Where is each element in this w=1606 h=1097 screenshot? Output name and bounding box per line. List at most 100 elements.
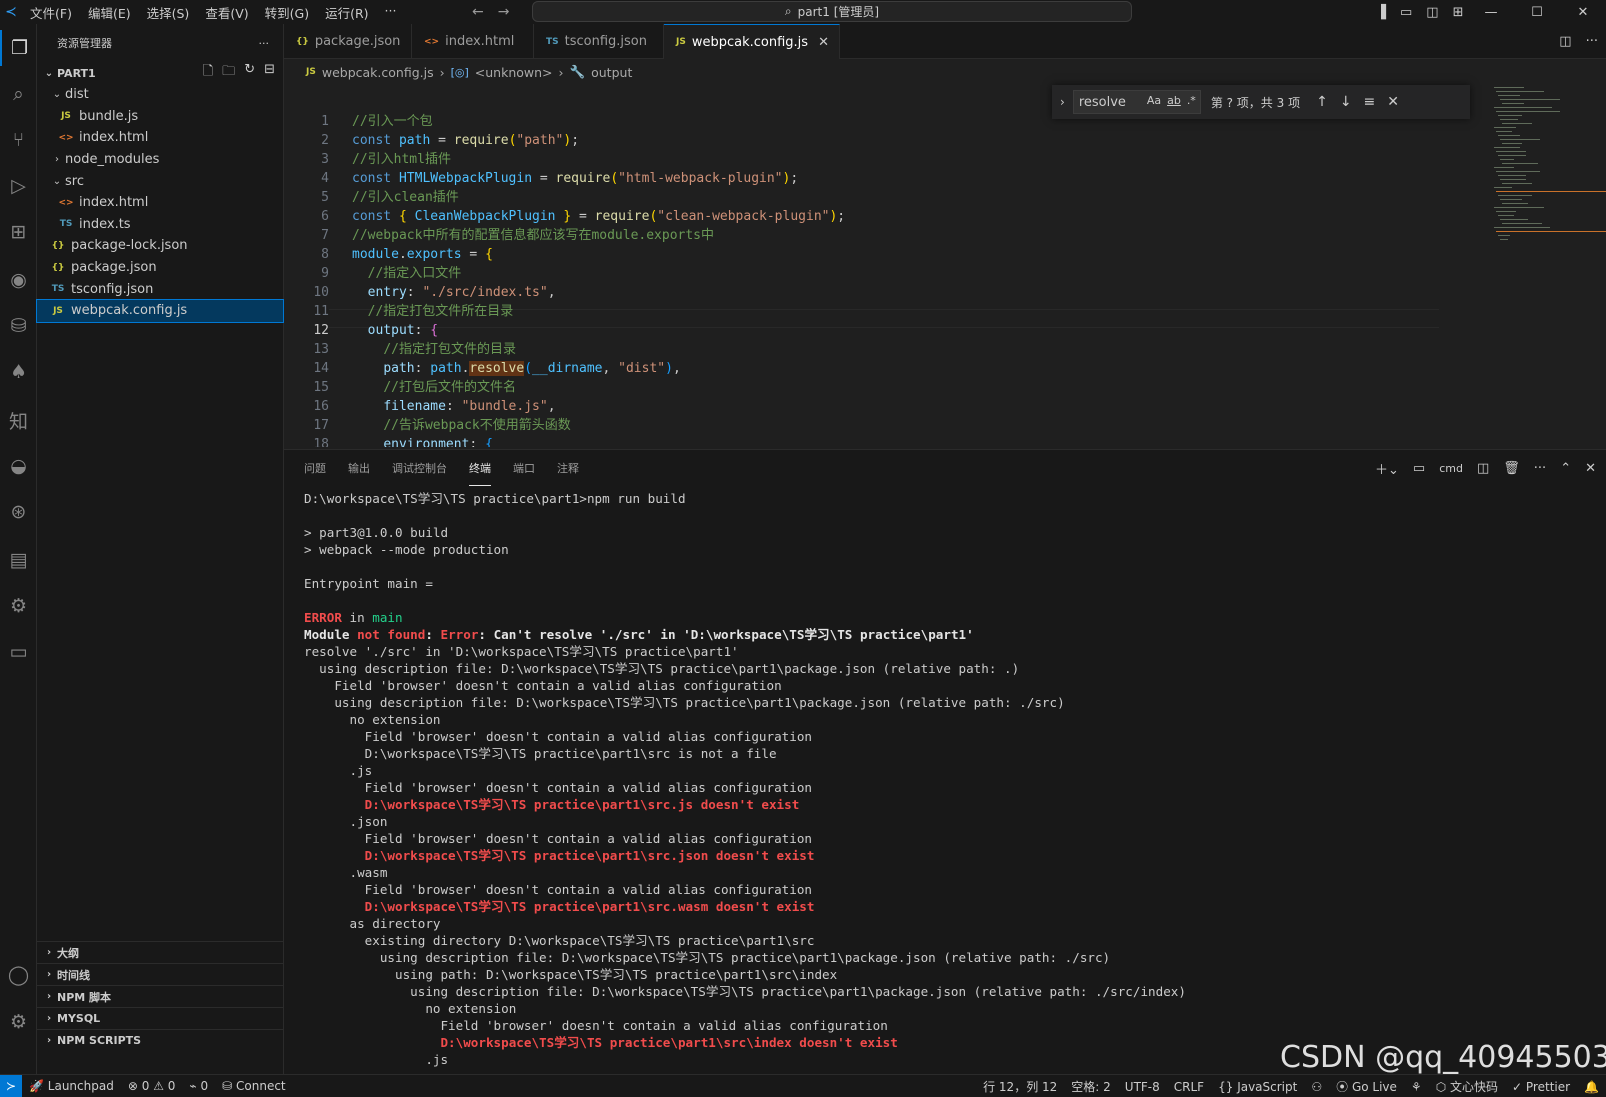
- explorer-more-button[interactable]: ···: [259, 37, 270, 50]
- notifications-bell-icon[interactable]: 🔔: [1577, 1080, 1606, 1094]
- toggle-primary-sidebar-icon[interactable]: ▐: [1376, 5, 1386, 20]
- previous-match-icon[interactable]: ↑: [1316, 94, 1328, 110]
- panel-tab-ports[interactable]: 端口: [513, 450, 535, 486]
- section-timeline[interactable]: › 时间线: [37, 963, 284, 985]
- panel-tab-problems[interactable]: 问题: [304, 450, 326, 486]
- minimap[interactable]: [1492, 85, 1606, 447]
- git-graph-icon[interactable]: ⊛: [0, 494, 37, 530]
- tree-item[interactable]: TS index.ts: [37, 214, 283, 236]
- new-file-icon[interactable]: 🗋: [203, 62, 213, 84]
- breadcrumb-unknown[interactable]: <unknown>: [475, 65, 553, 80]
- new-folder-icon[interactable]: 🗀: [222, 62, 235, 84]
- split-editor-icon[interactable]: ◫: [1559, 34, 1571, 49]
- new-terminal-icon[interactable]: ＋⌄: [1375, 459, 1399, 478]
- find-input[interactable]: resolve Aa ab .*: [1072, 90, 1201, 114]
- maximize-panel-icon[interactable]: ⌃: [1560, 461, 1571, 476]
- prettier-item[interactable]: ✓ Prettier: [1505, 1080, 1577, 1094]
- accounts-icon[interactable]: ◯: [0, 957, 37, 993]
- regex-toggle[interactable]: .*: [1187, 94, 1196, 107]
- section-npm-scripts-cn[interactable]: › NPM 脚本: [37, 985, 284, 1007]
- forward-arrow-icon[interactable]: →: [498, 4, 510, 20]
- panel-tab-output[interactable]: 输出: [348, 450, 370, 486]
- remote-indicator-icon[interactable]: ≻: [0, 1074, 22, 1097]
- toggle-panel-icon[interactable]: ▭: [1400, 5, 1412, 20]
- command-center-search[interactable]: ⌕ part1 [管理员]: [532, 1, 1132, 22]
- close-find-icon[interactable]: ✕: [1387, 94, 1399, 110]
- breadcrumb-file[interactable]: webpcak.config.js: [322, 65, 434, 80]
- whole-word-toggle[interactable]: ab: [1167, 94, 1181, 107]
- source-control-icon[interactable]: ⑂: [0, 122, 37, 158]
- panel-more-icon[interactable]: ···: [1534, 461, 1546, 476]
- extensions-icon[interactable]: ⊞: [0, 214, 37, 250]
- menu-file[interactable]: 文件(F): [22, 3, 80, 22]
- split-terminal-icon[interactable]: ◫: [1477, 461, 1489, 476]
- maximize-icon[interactable]: ☐: [1514, 5, 1560, 20]
- tree-item[interactable]: ⌄ dist: [37, 84, 283, 106]
- match-case-toggle[interactable]: Aa: [1147, 94, 1161, 107]
- docker-icon[interactable]: ▤: [0, 542, 37, 578]
- go-live-item[interactable]: ⦿ Go Live: [1329, 1078, 1404, 1095]
- menu-go[interactable]: 转到(G): [257, 3, 317, 22]
- section-outline[interactable]: › 大纲: [37, 941, 284, 963]
- settings-gear-icon[interactable]: ⚙: [0, 1004, 37, 1040]
- language-mode[interactable]: {} JavaScript: [1211, 1080, 1304, 1094]
- tab-package-json[interactable]: {} package.json: [284, 24, 412, 59]
- wenxin-item[interactable]: ⬡ 文心快码: [1429, 1078, 1505, 1095]
- database-icon[interactable]: ⛁: [0, 308, 37, 344]
- refresh-icon[interactable]: ↻: [244, 62, 255, 84]
- explorer-icon[interactable]: ❐: [0, 30, 37, 66]
- line-endings[interactable]: CRLF: [1167, 1080, 1211, 1094]
- breadcrumb-output[interactable]: output: [591, 65, 632, 80]
- tree-item[interactable]: {} package-lock.json: [37, 235, 283, 257]
- section-npm-scripts[interactable]: › NPM SCRIPTS: [37, 1029, 284, 1051]
- tree-item[interactable]: ⌄ src: [37, 170, 283, 192]
- mongodb-leaf-icon[interactable]: ♠: [0, 354, 37, 390]
- problems-indicator[interactable]: ⊗ 0 ⚠ 0: [121, 1079, 183, 1093]
- tab-tsconfig-json[interactable]: TS tsconfig.json: [534, 24, 664, 59]
- extension-icon[interactable]: ⚘: [1404, 1080, 1429, 1094]
- tree-item[interactable]: <> index.html: [37, 127, 283, 149]
- editor-more-icon[interactable]: ···: [1586, 34, 1598, 49]
- search-view-icon[interactable]: ⌕: [0, 76, 37, 112]
- panel-tab-debug-console[interactable]: 调试控制台: [392, 450, 447, 486]
- toggle-secondary-sidebar-icon[interactable]: ◫: [1426, 5, 1438, 20]
- remote-explorer-icon[interactable]: ⚙: [0, 588, 37, 624]
- github-icon[interactable]: ◉: [0, 262, 37, 298]
- comments-icon[interactable]: ▭: [0, 634, 37, 670]
- toggle-replace-chevron-icon[interactable]: ›: [1060, 95, 1065, 109]
- terminal-name[interactable]: cmd: [1439, 462, 1463, 475]
- terminal-output[interactable]: D:\workspace\TS学习\TS practice\part1>npm …: [304, 490, 1594, 1068]
- tree-item[interactable]: <> index.html: [37, 192, 283, 214]
- code-content[interactable]: //引入一个包 const path = require("path"); //…: [352, 112, 1452, 447]
- connect-item[interactable]: ⛁ Connect: [215, 1079, 293, 1093]
- find-in-selection-icon[interactable]: ≡: [1364, 94, 1376, 110]
- menu-view[interactable]: 查看(V): [197, 3, 256, 22]
- encoding[interactable]: UTF-8: [1118, 1080, 1167, 1094]
- panel-tab-comments[interactable]: 注释: [557, 450, 579, 486]
- indentation[interactable]: 空格: 2: [1064, 1078, 1118, 1095]
- minimize-icon[interactable]: —: [1468, 5, 1514, 20]
- close-panel-icon[interactable]: ✕: [1585, 461, 1596, 476]
- next-match-icon[interactable]: ↓: [1340, 94, 1352, 110]
- tree-item[interactable]: {} package.json: [37, 257, 283, 279]
- ports-indicator[interactable]: ⌁ 0: [182, 1079, 215, 1093]
- section-mysql[interactable]: › MYSQL: [37, 1007, 284, 1029]
- tree-item[interactable]: TS tsconfig.json: [37, 278, 283, 300]
- kill-terminal-icon[interactable]: 🗑: [1503, 461, 1520, 476]
- tree-item[interactable]: › node_modules: [37, 149, 283, 171]
- panel-tab-terminal[interactable]: 终端: [469, 450, 491, 486]
- zhihu-icon[interactable]: 知: [0, 402, 37, 438]
- tree-item[interactable]: JS bundle.js: [37, 106, 283, 128]
- back-arrow-icon[interactable]: ←: [472, 4, 484, 20]
- menu-edit[interactable]: 编辑(E): [80, 3, 139, 22]
- edge-icon[interactable]: ◒: [0, 448, 37, 484]
- menu-run[interactable]: 运行(R): [317, 3, 376, 22]
- tree-item[interactable]: JS webpcak.config.js: [36, 298, 284, 323]
- cursor-position[interactable]: 行 12，列 12: [976, 1078, 1064, 1095]
- code-editor[interactable]: 1 2 3 4 5 6 7 8 9 10 11 12 13 14 15 16 17 18 //引入一个包 cons…: [284, 85, 1606, 447]
- collapse-all-icon[interactable]: ⊟: [264, 62, 275, 84]
- tab-index-html[interactable]: <> index.html: [412, 24, 534, 59]
- close-window-icon[interactable]: ✕: [1560, 5, 1606, 20]
- launchpad-item[interactable]: 🚀 Launchpad: [22, 1079, 121, 1093]
- run-debug-icon[interactable]: ▷: [0, 168, 37, 204]
